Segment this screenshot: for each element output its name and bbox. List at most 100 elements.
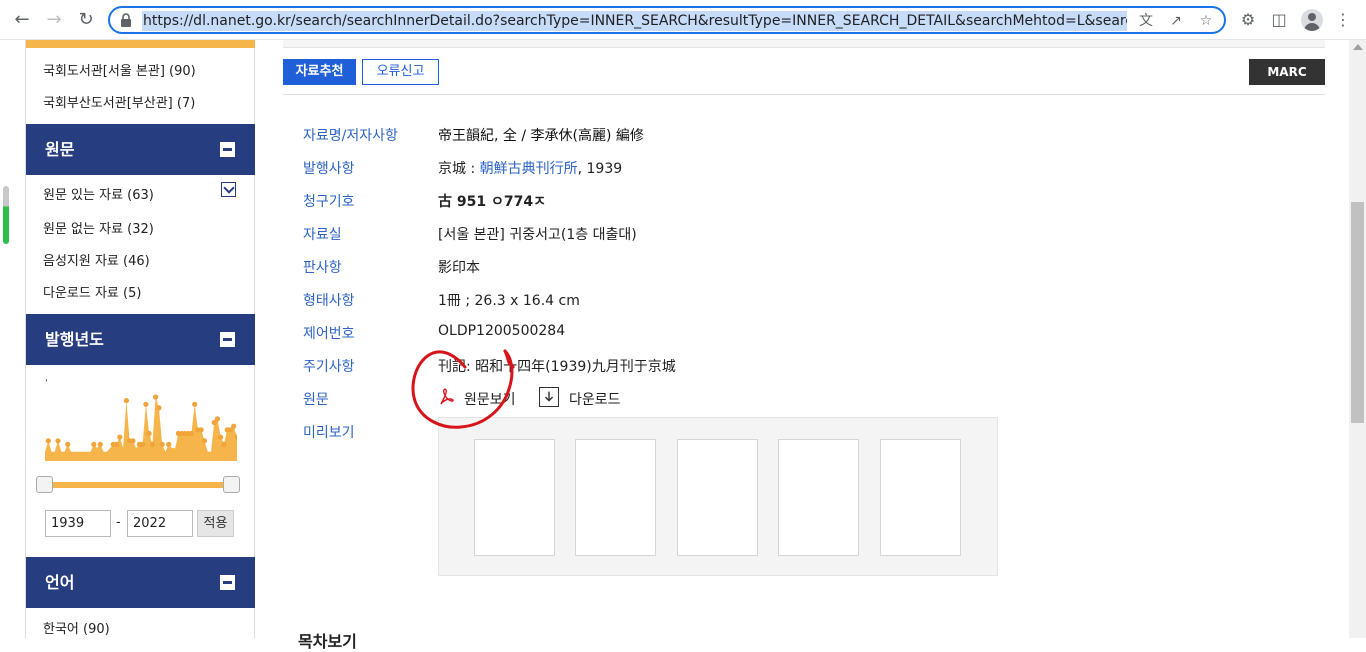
preview-thumbnail[interactable]: [677, 439, 758, 556]
recommend-button[interactable]: 자료추천: [283, 59, 356, 85]
call-number-label: 청구기호: [303, 194, 355, 210]
page-scroll-indicator: [3, 186, 9, 244]
preview-thumbnail[interactable]: [575, 439, 656, 556]
note-value: 刊記: 昭和十四年(1939)九月刊于京城: [438, 359, 676, 375]
control-number-label: 제어번호: [303, 326, 355, 342]
histogram-point[interactable]: [117, 434, 123, 440]
preview-thumbnail[interactable]: [474, 439, 555, 556]
publication-label: 발행사항: [303, 161, 355, 177]
scrollbar-thumb[interactable]: [1351, 202, 1364, 423]
translate-icon[interactable]: 文: [1137, 12, 1155, 30]
divider: [283, 94, 1325, 95]
year-filter-title: 발행년도: [45, 330, 104, 349]
menu-kebab-icon[interactable]: ⋮: [1332, 9, 1354, 31]
histogram-point[interactable]: [45, 438, 51, 444]
histogram-point[interactable]: [188, 430, 194, 437]
reload-icon[interactable]: ↻: [74, 8, 98, 32]
histogram-point[interactable]: [214, 416, 221, 422]
address-bar[interactable]: https://dl.nanet.go.kr/search/searchInne…: [108, 6, 1226, 34]
histogram-point[interactable]: [149, 441, 155, 447]
year-histogram: [45, 394, 237, 461]
view-original-link[interactable]: 원문보기: [464, 389, 516, 409]
year-from-input[interactable]: 1939: [45, 510, 111, 537]
histogram-point[interactable]: [55, 438, 61, 444]
year-slider-start-handle[interactable]: [36, 476, 53, 493]
filter-library-seoul[interactable]: 국회도서관[서울 본관] (90): [43, 60, 196, 79]
publisher-link[interactable]: 朝鮮古典刊行所: [480, 161, 578, 177]
histogram-point[interactable]: [143, 401, 149, 407]
histogram-point[interactable]: [201, 438, 208, 444]
filter-with-original[interactable]: 원문 있는 자료 (63): [43, 184, 154, 203]
publication-place: 京城 :: [438, 161, 480, 177]
year-filter-header[interactable]: 발행년도: [26, 314, 255, 365]
control-number-value: OLDP1200500284: [438, 323, 566, 339]
filter-library-busan[interactable]: 국회부산도서관[부산관] (7): [43, 92, 195, 111]
back-icon[interactable]: ←: [10, 8, 34, 32]
edition-label: 판사항: [303, 260, 342, 276]
url-text[interactable]: https://dl.nanet.go.kr/search/searchInne…: [142, 11, 1127, 31]
histogram-point[interactable]: [159, 441, 165, 447]
download-icon[interactable]: [539, 387, 559, 407]
histogram-point[interactable]: [192, 401, 198, 407]
histogram-point[interactable]: [65, 441, 71, 447]
call-number-value: 古 951 ㅇ774ㅈ: [438, 194, 546, 210]
language-filter-header[interactable]: 언어: [26, 557, 255, 608]
profile-avatar-icon[interactable]: [1301, 9, 1323, 31]
histogram-point[interactable]: [91, 441, 97, 447]
histogram-point[interactable]: [166, 441, 172, 447]
preview-thumbnail[interactable]: [880, 439, 961, 556]
location-label: 자료실: [303, 227, 342, 243]
histogram-point[interactable]: [97, 441, 103, 447]
histogram-point[interactable]: [218, 434, 224, 440]
forward-icon[interactable]: →: [42, 8, 66, 32]
bookmark-star-icon[interactable]: ☆: [1197, 12, 1215, 30]
year-to-input[interactable]: 2022: [127, 510, 193, 537]
histogram-point[interactable]: [198, 427, 204, 433]
toc-heading: 목차보기: [298, 632, 357, 651]
original-filter-header[interactable]: 원문: [26, 124, 255, 175]
preview-label: 미리보기: [303, 425, 355, 441]
histogram-point[interactable]: [123, 398, 129, 404]
histogram-point[interactable]: [114, 441, 120, 447]
original-label: 원문: [303, 392, 329, 408]
histogram-point[interactable]: [140, 441, 146, 447]
title-author-value: 帝王韻紀, 全 / 李承休(高麗) 編修: [438, 128, 644, 144]
histogram-point[interactable]: [153, 394, 159, 400]
collapse-minus-icon[interactable]: [220, 142, 235, 157]
filter-language-korean[interactable]: 한국어 (90): [43, 618, 110, 637]
preview-panel: [438, 417, 998, 576]
sidebar-accent-bar: [26, 40, 255, 48]
download-link[interactable]: 다운로드: [569, 389, 621, 409]
format-label: 형태사항: [303, 293, 355, 309]
filter-without-original[interactable]: 원문 없는 자료 (32): [43, 218, 154, 237]
marc-button[interactable]: MARC: [1249, 59, 1325, 85]
publication-year: , 1939: [577, 161, 623, 177]
collapse-minus-icon[interactable]: [220, 575, 235, 590]
report-error-button[interactable]: 오류신고: [362, 59, 439, 85]
filter-audio-support[interactable]: 음성지원 자료 (46): [43, 250, 150, 269]
filter-sidebar: 국회도서관[서울 본관] (90) 국회부산도서관[부산관] (7) 원문 원문…: [25, 40, 255, 638]
extensions-icon[interactable]: ⚙: [1237, 9, 1259, 31]
side-panel-icon[interactable]: ◫: [1268, 9, 1290, 31]
histogram-point[interactable]: [231, 423, 237, 429]
year-range-slider[interactable]: [45, 482, 233, 488]
lock-icon: [121, 13, 131, 27]
year-slider-end-handle[interactable]: [223, 476, 240, 493]
share-icon[interactable]: ↗: [1167, 12, 1185, 30]
histogram-point[interactable]: [130, 438, 136, 444]
collapse-minus-icon[interactable]: [220, 332, 235, 347]
histogram-point[interactable]: [146, 430, 152, 437]
filter-downloadable[interactable]: 다운로드 자료 (5): [43, 282, 141, 301]
filter-with-original-checkbox[interactable]: [221, 182, 236, 197]
location-value: [서울 본관] 귀중서고(1층 대출대): [438, 227, 637, 243]
histogram-point[interactable]: [221, 441, 227, 447]
pdf-icon[interactable]: [438, 388, 454, 406]
browser-toolbar: ← → ↻ https://dl.nanet.go.kr/search/sear…: [0, 0, 1366, 40]
original-filter-title: 원문: [45, 140, 75, 159]
apply-year-button[interactable]: 적용: [197, 510, 234, 537]
preview-thumbnail[interactable]: [778, 439, 859, 556]
scroll-up-icon[interactable]: [1353, 44, 1363, 50]
histogram-point[interactable]: [156, 405, 162, 411]
content-top-band: [283, 40, 1325, 48]
language-filter-title: 언어: [45, 573, 75, 592]
